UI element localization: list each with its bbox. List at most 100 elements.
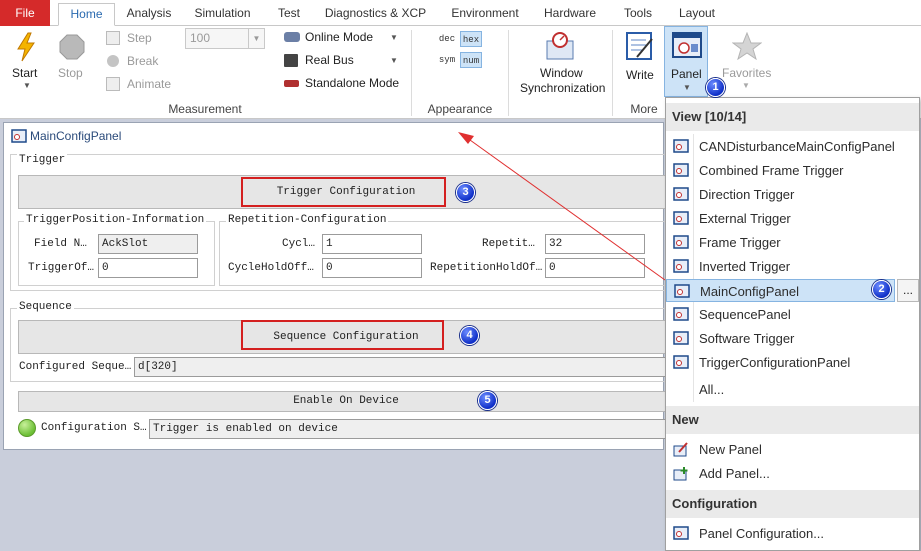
- animation-speed-value: 100: [190, 31, 211, 45]
- panel-icon: [673, 235, 689, 249]
- tab-hardware[interactable]: Hardware: [536, 3, 604, 26]
- tab-tools[interactable]: Tools: [613, 3, 663, 26]
- start-label: Start: [12, 66, 38, 80]
- step-button[interactable]: Step: [106, 30, 176, 50]
- chevron-down-icon: ▼: [390, 56, 398, 65]
- panel-icon: [673, 211, 689, 225]
- menu-item-direction-trigger[interactable]: Direction Trigger: [666, 183, 895, 206]
- menu-item-label: Inverted Trigger: [699, 259, 791, 274]
- menu-item-add-panel[interactable]: Add Panel...: [666, 462, 895, 485]
- panel-icon: [673, 259, 689, 273]
- tab-diagnostics-xcp[interactable]: Diagnostics & XCP: [318, 3, 433, 26]
- favorites-label: Favorites: [722, 66, 772, 80]
- menu-item-label: TriggerConfigurationPanel: [699, 355, 851, 370]
- trigger-position-group-label: TriggerPosition-Information: [24, 214, 207, 226]
- format-num-button[interactable]: num: [460, 52, 482, 68]
- menu-item-sequence-panel[interactable]: SequencePanel: [666, 303, 895, 326]
- online-mode-button[interactable]: Online Mode ▼: [283, 29, 403, 49]
- standalone-mode-label: Standalone Mode: [305, 76, 400, 90]
- device-icon: [284, 80, 299, 87]
- trigger-group-label: Trigger: [17, 154, 68, 166]
- panel-icon: [672, 32, 702, 58]
- animation-speed-select[interactable]: 100 ▼: [185, 28, 265, 49]
- panel-icon: [11, 129, 27, 143]
- menu-item-frame-trigger[interactable]: Frame Trigger: [666, 231, 895, 254]
- chevron-down-icon: ▼: [390, 33, 398, 42]
- annotation-badge-1: 1: [706, 78, 725, 97]
- menu-item-options-button[interactable]: ...: [897, 279, 919, 302]
- menu-item-label: Combined Frame Trigger: [699, 163, 844, 178]
- panel-icon: [673, 163, 689, 177]
- annotation-badge-4: 4: [460, 326, 479, 345]
- standalone-mode-button[interactable]: Standalone Mode: [283, 75, 408, 95]
- menu-item-combined-frame-trigger[interactable]: Combined Frame Trigger: [666, 159, 895, 182]
- panel-button[interactable]: Panel ▼: [664, 26, 708, 97]
- animate-icon: [106, 77, 120, 91]
- write-button[interactable]: Write: [620, 28, 660, 92]
- panel-icon: [673, 139, 689, 153]
- menu-header-view: View [10/14]: [666, 103, 919, 131]
- menu-item-software-trigger[interactable]: Software Trigger: [666, 327, 895, 350]
- format-sym-button[interactable]: sym: [436, 52, 458, 68]
- menu-item-trigger-configuration-panel[interactable]: TriggerConfigurationPanel: [666, 351, 895, 374]
- tab-layout[interactable]: Layout: [670, 3, 724, 26]
- menu-item-label: New Panel: [699, 442, 762, 457]
- window-sync-label-1: Window: [540, 66, 583, 80]
- window-synchronization-button[interactable]: Window Synchronization: [515, 28, 607, 98]
- menu-item-main-config-panel[interactable]: MainConfigPanel: [666, 279, 895, 302]
- annotation-badge-2: 2: [872, 280, 891, 299]
- tab-file[interactable]: File: [0, 0, 50, 26]
- real-bus-button[interactable]: Real Bus ▼: [283, 52, 403, 72]
- menu-item-label: SequencePanel: [699, 307, 791, 322]
- format-hex-button[interactable]: hex: [460, 31, 482, 47]
- format-dec-button[interactable]: dec: [436, 31, 458, 47]
- lightning-icon: [17, 32, 35, 62]
- tab-test[interactable]: Test: [268, 3, 310, 26]
- animate-button[interactable]: Animate: [106, 76, 186, 96]
- add-panel-icon: [673, 467, 688, 481]
- enable-on-device-button[interactable]: Enable On Device: [18, 391, 674, 412]
- menu-item-all[interactable]: All...: [666, 378, 895, 401]
- tab-environment[interactable]: Environment: [442, 3, 528, 26]
- annotation-highlight: [241, 320, 444, 350]
- menu-item-external-trigger[interactable]: External Trigger: [666, 207, 895, 230]
- cycle-holdoff-field[interactable]: 0: [322, 258, 422, 278]
- tab-analysis[interactable]: Analysis: [121, 3, 177, 26]
- chevron-down-icon: ▼: [742, 81, 750, 90]
- menu-item-label: External Trigger: [699, 211, 791, 226]
- menu-header-configuration: Configuration: [666, 490, 919, 518]
- stop-button[interactable]: Stop: [52, 28, 92, 92]
- trigger-offset-label: TriggerOf…: [28, 262, 95, 274]
- panel-title: MainConfigPanel: [30, 129, 122, 143]
- break-button[interactable]: Break: [106, 53, 176, 73]
- tab-home[interactable]: Home: [58, 3, 115, 26]
- start-button[interactable]: Start ▼: [4, 28, 48, 92]
- write-icon: [626, 32, 653, 60]
- trigger-offset-field[interactable]: 0: [98, 258, 198, 278]
- configured-sequence-label: Configured Seque…: [19, 361, 132, 373]
- group-label-appearance: Appearance: [427, 102, 493, 116]
- panel-icon: [674, 284, 690, 298]
- configuration-status-field: Trigger is enabled on device: [149, 419, 674, 439]
- menu-item-new-panel[interactable]: New Panel: [666, 438, 895, 461]
- menu-item-panel-configuration[interactable]: Panel Configuration...: [666, 522, 895, 545]
- panel-label: Panel: [671, 67, 702, 81]
- new-panel-icon: [673, 442, 688, 457]
- panel-icon: [673, 331, 689, 345]
- group-label-more: More: [630, 102, 658, 116]
- configuration-status-label: Configuration S…: [41, 422, 147, 434]
- configured-sequence-field: d[320]: [134, 357, 674, 377]
- chevron-down-icon: ▼: [23, 81, 31, 90]
- menu-item-inverted-trigger[interactable]: Inverted Trigger: [666, 255, 895, 278]
- repetition-group-label: Repetition-Configuration: [226, 214, 389, 226]
- real-bus-label: Real Bus: [305, 53, 354, 67]
- favorites-button[interactable]: Favorites ▼: [718, 28, 776, 92]
- monitor-icon: [284, 54, 298, 67]
- group-separator: [508, 30, 509, 116]
- group-label-measurement: Measurement: [168, 102, 242, 116]
- menu-item-can-disturbance[interactable]: CANDisturbanceMainConfigPanel: [666, 135, 895, 158]
- cycle-field[interactable]: 1: [322, 234, 422, 254]
- tab-simulation[interactable]: Simulation: [187, 3, 258, 26]
- chevron-down-icon: ▼: [683, 83, 691, 92]
- break-label: Break: [127, 54, 159, 68]
